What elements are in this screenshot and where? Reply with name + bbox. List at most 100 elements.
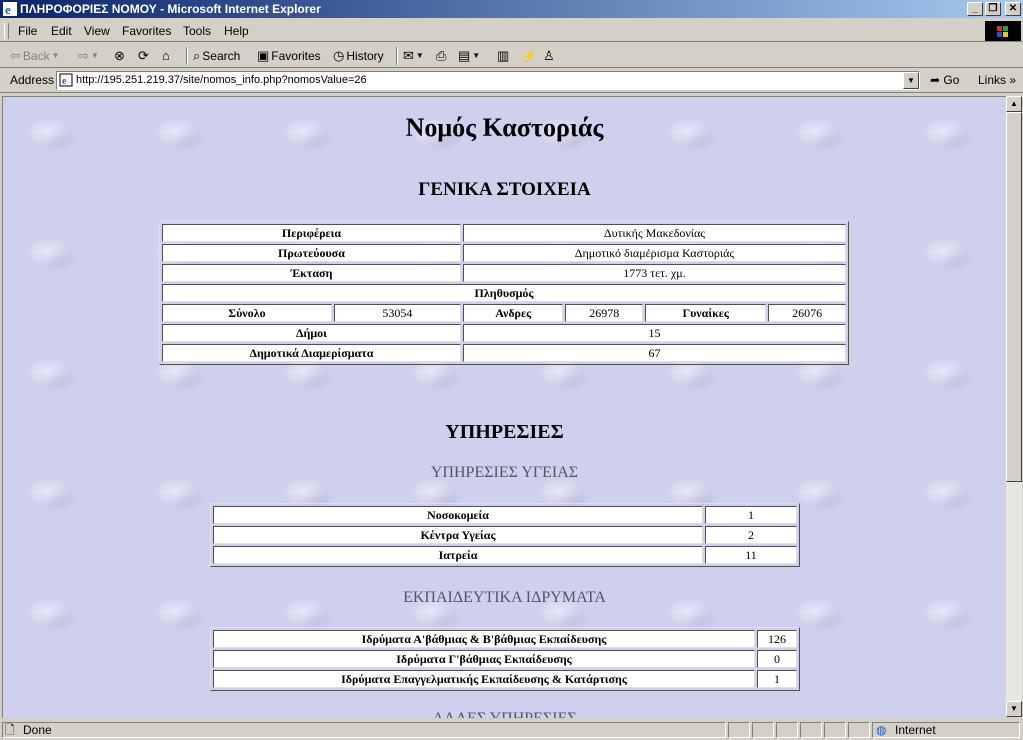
menu-view[interactable]: View [84, 24, 110, 38]
back-button[interactable]: ⇦ Back ▼ [10, 47, 60, 65]
security-zone-cell: ◍ Internet [872, 722, 1020, 738]
municipalities-value: 15 [462, 324, 846, 342]
close-button[interactable]: ✕ [1005, 2, 1021, 16]
page-title: Νομός Καστοριάς [405, 113, 604, 142]
page-viewport: Νομός Καστοριάς ΓΕΝΙΚΑ ΣΤΟΙΧΕΙΑ Περιφέρε… [2, 96, 1006, 718]
discuss-button[interactable]: ▥ [497, 47, 509, 65]
education-row-value: 126 [757, 630, 797, 648]
table-row: Ιδρύματα Επαγγελματικής Εκπαίδευσης & Κα… [213, 670, 797, 688]
address-bar: Address e http://195.251.219.37/site/nom… [0, 69, 1023, 93]
status-cell [776, 722, 798, 738]
stop-icon: ⊗ [114, 48, 125, 63]
related-button[interactable]: ⚡ [521, 47, 537, 65]
favorites-label: Favorites [271, 49, 321, 63]
maximize-button[interactable]: ❐ [985, 2, 1001, 16]
links-button[interactable]: Links » [978, 73, 1016, 87]
menu-file[interactable]: File [18, 24, 37, 38]
toolbar-separator [186, 47, 188, 65]
health-row-value: 1 [705, 506, 797, 524]
address-input[interactable]: e http://195.251.219.37/site/nomos_info.… [56, 71, 920, 90]
zone-text: Internet [895, 723, 936, 737]
go-button[interactable]: ➦ Go [930, 73, 959, 87]
title-bar: e ΠΛΗΡΟΦΟΡΙΕΣ ΝΟΜΟΥ - Microsoft Internet… [0, 0, 1023, 18]
total-label: Σύνολο [162, 304, 332, 322]
chevron-down-icon: ▼ [472, 51, 481, 60]
address-label: Address [10, 73, 55, 87]
education-row-label: Ιδρύματα Επαγγελματικής Εκπαίδευσης & Κα… [213, 670, 755, 688]
forward-arrow-icon: ⇨ [78, 48, 89, 63]
history-button[interactable]: ◷ History [333, 47, 384, 65]
table-row: Νοσοκομεία 1 [213, 506, 797, 524]
education-row-label: Ιδρύματα Α'βάθμιας & Β'βάθμιας Εκπαίδευσ… [213, 630, 755, 648]
menu-edit[interactable]: Edit [51, 24, 72, 38]
window-title: ΠΛΗΡΟΦΟΡΙΕΣ ΝΟΜΟΥ - Microsoft Internet E… [20, 2, 321, 16]
favorites-folder-icon: ▣ [257, 48, 270, 63]
discuss-icon: ▥ [497, 48, 510, 63]
total-value: 53054 [333, 304, 461, 322]
services-heading: ΥΠΗΡΕΣΙΕΣ [445, 421, 564, 443]
scroll-thumb[interactable] [1006, 112, 1022, 482]
refresh-icon: ⟳ [138, 48, 149, 63]
lightning-icon: ⚡ [521, 48, 538, 63]
health-row-label: Ιατρεία [213, 546, 703, 564]
chevron-down-icon: ▼ [415, 51, 424, 60]
edit-button[interactable]: ▤ ▼ [458, 47, 480, 65]
table-row: Κέντρα Υγείας 2 [213, 526, 797, 544]
print-button[interactable]: ⎙ [436, 47, 446, 65]
general-info-table: Περιφέρεια Δυτικής Μακεδονίας Πρωτεύουσα… [159, 221, 849, 365]
back-label: Back [22, 49, 50, 63]
scroll-down-button[interactable]: ▼ [1006, 701, 1022, 717]
address-dropdown-button[interactable]: ▼ [903, 72, 919, 89]
minimize-button[interactable]: _ [967, 2, 983, 16]
municipalities-label: Δήμοι [162, 324, 461, 342]
home-button[interactable]: ⌂ [162, 47, 170, 65]
mail-icon: ✉ [403, 48, 414, 63]
page-done-icon: 🗋 [5, 723, 15, 737]
forward-button[interactable]: ⇨ ▼ [78, 47, 99, 65]
health-row-label: Κέντρα Υγείας [213, 526, 703, 544]
chevron-right-icon: » [1009, 73, 1017, 87]
menu-tools[interactable]: Tools [183, 24, 211, 38]
status-text: Done [23, 723, 52, 737]
menu-help[interactable]: Help [224, 24, 249, 38]
refresh-button[interactable]: ⟳ [138, 47, 149, 65]
health-row-value: 2 [705, 526, 797, 544]
messenger-button[interactable]: ♙ [543, 47, 555, 65]
menu-grip [4, 23, 9, 39]
table-row: Ιατρεία 11 [213, 546, 797, 564]
women-label: Γυναίκες [645, 304, 767, 322]
home-icon: ⌂ [162, 48, 170, 63]
menu-favorites[interactable]: Favorites [122, 24, 171, 38]
go-label: Go [943, 73, 960, 87]
area-value: 1773 τετ. χμ. [462, 264, 846, 282]
status-cell [752, 722, 774, 738]
mail-button[interactable]: ✉ ▼ [403, 47, 424, 65]
status-cell [800, 722, 822, 738]
address-url: http://195.251.219.37/site/nomos_info.ph… [76, 74, 367, 86]
standard-toolbar: ⇦ Back ▼ ⇨ ▼ ⊗ ⟳ ⌂ ⌕ Search ▣ Favorites … [0, 44, 1023, 68]
ie-logo-icon: e [3, 2, 17, 16]
favorites-button[interactable]: ▣ Favorites [257, 47, 321, 65]
table-row: Ιδρύματα Α'βάθμιας & Β'βάθμιας Εκπαίδευσ… [213, 630, 797, 648]
vertical-scrollbar[interactable]: ▲ ▼ [1006, 96, 1022, 717]
table-row: Ιδρύματα Γ'βάθμιας Εκπαίδευσης 0 [213, 650, 797, 668]
svg-text:e: e [5, 2, 11, 16]
search-label: Search [202, 49, 241, 63]
globe-icon: ◍ [876, 723, 887, 737]
history-label: History [346, 49, 384, 63]
scroll-up-button[interactable]: ▲ [1006, 96, 1022, 112]
svg-text:e: e [62, 76, 67, 87]
search-button[interactable]: ⌕ Search [193, 47, 240, 65]
stop-button[interactable]: ⊗ [114, 47, 125, 65]
chevron-down-icon: ▼ [51, 51, 60, 60]
men-label: Ανδρες [462, 304, 564, 322]
page-icon: e [59, 73, 73, 87]
education-table: Ιδρύματα Α'βάθμιας & Β'βάθμιας Εκπαίδευσ… [210, 627, 800, 691]
women-value: 26076 [768, 304, 846, 322]
general-heading: ΓΕΝΙΚΑ ΣΤΟΙΧΕΙΑ [418, 179, 591, 200]
search-icon: ⌕ [193, 48, 201, 63]
capital-value: Δημοτικό διαμέρισμα Καστοριάς [462, 244, 846, 262]
education-row-value: 1 [757, 670, 797, 688]
area-label: Έκταση [162, 264, 461, 282]
capital-label: Πρωτεύουσα [162, 244, 461, 262]
